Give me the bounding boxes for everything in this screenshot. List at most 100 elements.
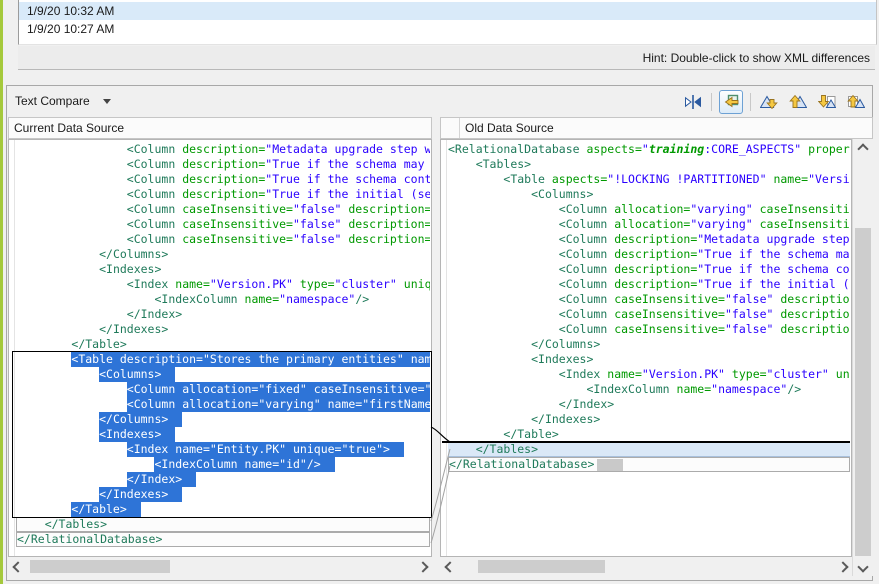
mirror-view-button[interactable] bbox=[682, 91, 704, 113]
left-horizontal-scrollbar[interactable] bbox=[8, 558, 432, 575]
next-difference-button[interactable] bbox=[758, 91, 780, 113]
code-line[interactable]: <Column caseInsensitive="false" descript… bbox=[16, 232, 430, 247]
code-line[interactable]: </RelationalDatabase> bbox=[448, 457, 850, 472]
code-line[interactable]: <Index name="Version.PK" type="cluster" … bbox=[448, 367, 850, 382]
code-line[interactable]: <RelationalDatabase aspects="training:CO… bbox=[448, 142, 850, 157]
text-compare-dropdown[interactable]: Text Compare bbox=[15, 86, 111, 117]
code-line[interactable]: </Columns> bbox=[16, 247, 430, 262]
code-line[interactable]: <Column caseInsensitive="false" descript… bbox=[448, 322, 850, 337]
left-pane-header: Current Data Source bbox=[8, 117, 432, 139]
next-change-button[interactable] bbox=[816, 91, 838, 113]
code-line[interactable]: <IndexColumn name="id"/> bbox=[16, 457, 430, 472]
code-line[interactable]: <Column description="True if the schema … bbox=[448, 247, 850, 262]
vertical-scrollbar[interactable] bbox=[852, 139, 873, 576]
code-line[interactable]: <Column description="Metadata upgrade st… bbox=[448, 232, 850, 247]
code-line[interactable]: <Column allocation="varying" name="first… bbox=[16, 397, 430, 412]
code-line[interactable]: </Index> bbox=[16, 307, 430, 322]
code-line[interactable]: </Tables> bbox=[16, 517, 430, 532]
code-line[interactable]: </Tables> bbox=[448, 442, 850, 457]
code-line[interactable]: <Table aspects="!LOCKING !PARTITIONED" n… bbox=[448, 172, 850, 187]
hint-text: Hint: Double-click to show XML differenc… bbox=[643, 51, 870, 65]
code-line[interactable]: <Column caseInsensitive="false" descript… bbox=[16, 202, 430, 217]
scroll-right-arrow-icon[interactable] bbox=[834, 558, 851, 575]
copy-left-icon bbox=[723, 94, 739, 110]
code-line[interactable]: <Column description="True if the initial… bbox=[448, 277, 850, 292]
scroll-up-arrow-icon[interactable] bbox=[854, 140, 871, 157]
code-line[interactable]: <Column caseInsensitive="false" descript… bbox=[448, 292, 850, 307]
code-line[interactable]: </Table> bbox=[16, 502, 430, 517]
code-line[interactable]: <Column description="True if the schema … bbox=[16, 172, 430, 187]
code-line[interactable]: <Column description="Metadata upgrade st… bbox=[16, 142, 430, 157]
right-code-area[interactable]: <RelationalDatabase aspects="training:CO… bbox=[448, 142, 850, 555]
left-code-area[interactable]: <Column description="Metadata upgrade st… bbox=[16, 142, 430, 555]
toolbar-separator bbox=[750, 93, 751, 111]
history-row[interactable]: 1/9/20 10:32 AM bbox=[19, 2, 876, 20]
scroll-left-arrow-icon[interactable] bbox=[9, 558, 26, 575]
old-data-source-pane[interactable]: <RelationalDatabase aspects="training:CO… bbox=[440, 139, 852, 557]
right-horizontal-scroll-thumb[interactable] bbox=[478, 560, 605, 573]
previous-difference-icon bbox=[789, 94, 807, 110]
copy-right-to-left-button[interactable] bbox=[719, 90, 743, 114]
marker-column-header bbox=[446, 118, 460, 138]
code-line[interactable]: <Column allocation="varying" caseInsensi… bbox=[448, 202, 850, 217]
code-line[interactable]: <Table description="Stores the primary e… bbox=[16, 352, 430, 367]
right-marker-column bbox=[441, 140, 447, 556]
right-pane-title: Old Data Source bbox=[465, 121, 554, 135]
compare-toolbar: Text Compare bbox=[7, 86, 872, 117]
timestamp: 1/9/20 10:32 AM bbox=[27, 4, 114, 18]
code-line[interactable]: </Index> bbox=[448, 397, 850, 412]
left-horizontal-scroll-thumb[interactable] bbox=[30, 560, 170, 573]
right-pane-header: Old Data Source bbox=[440, 117, 873, 139]
timestamp: 1/9/20 10:27 AM bbox=[27, 22, 114, 36]
right-horizontal-scrollbar[interactable] bbox=[440, 558, 852, 575]
toolbar-separator bbox=[711, 93, 712, 111]
previous-change-icon bbox=[847, 94, 865, 110]
code-line[interactable]: <Column caseInsensitive="false" descript… bbox=[448, 307, 850, 322]
code-line[interactable]: <Columns> bbox=[448, 187, 850, 202]
history-list: 1/9/20 10:32 AM 1/9/20 10:27 AM bbox=[18, 0, 877, 45]
code-line[interactable]: <IndexColumn name="namespace"/> bbox=[448, 382, 850, 397]
previous-change-button[interactable] bbox=[845, 91, 867, 113]
history-row[interactable]: 1/9/20 10:27 AM bbox=[19, 20, 876, 38]
code-line[interactable]: </Table> bbox=[448, 427, 850, 442]
code-line[interactable]: </Columns> bbox=[448, 337, 850, 352]
code-line[interactable]: <Column allocation="varying" caseInsensi… bbox=[448, 217, 850, 232]
code-line[interactable]: <IndexColumn name="namespace"/> bbox=[16, 292, 430, 307]
mirror-view-icon bbox=[684, 94, 702, 110]
code-line[interactable]: </Table> bbox=[16, 337, 430, 352]
previous-difference-button[interactable] bbox=[787, 91, 809, 113]
code-line[interactable]: <Column description="True if the schema … bbox=[448, 262, 850, 277]
current-data-source-pane[interactable]: <Column description="Metadata upgrade st… bbox=[8, 139, 432, 557]
window-accent-strip bbox=[0, 0, 3, 584]
code-line[interactable]: </Indexes> bbox=[16, 322, 430, 337]
text-compare-label: Text Compare bbox=[15, 94, 90, 108]
left-marker-column bbox=[9, 140, 15, 556]
compare-editor-window: 1/9/20 10:32 AM 1/9/20 10:27 AM Hint: Do… bbox=[0, 0, 879, 584]
code-line[interactable]: <Index name="Entity.PK" unique="true"> bbox=[16, 442, 430, 457]
code-line[interactable]: <Indexes> bbox=[448, 352, 850, 367]
code-line[interactable]: <Column description="True if the initial… bbox=[16, 187, 430, 202]
code-line[interactable]: <Tables> bbox=[448, 157, 850, 172]
diff-insertion-line bbox=[442, 441, 850, 443]
code-line[interactable]: </Columns> bbox=[16, 412, 430, 427]
code-line[interactable]: <Column description="True if the schema … bbox=[16, 157, 430, 172]
code-line[interactable]: </Indexes> bbox=[16, 487, 430, 502]
code-line[interactable]: <Column allocation="fixed" caseInsensiti… bbox=[16, 382, 430, 397]
code-line[interactable]: </Index> bbox=[16, 472, 430, 487]
vertical-scroll-thumb[interactable] bbox=[855, 228, 871, 556]
scroll-left-arrow-icon[interactable] bbox=[441, 558, 458, 575]
chevron-down-icon bbox=[103, 99, 111, 104]
next-difference-icon bbox=[760, 94, 778, 110]
code-line[interactable]: <Indexes> bbox=[16, 262, 430, 277]
code-line[interactable]: </RelationalDatabase> bbox=[16, 532, 430, 547]
code-line[interactable]: <Index name="Version.PK" type="cluster" … bbox=[16, 277, 430, 292]
code-line[interactable]: <Column caseInsensitive="false" descript… bbox=[16, 217, 430, 232]
code-line[interactable]: <Indexes> bbox=[16, 427, 430, 442]
code-line[interactable]: </Indexes> bbox=[448, 412, 850, 427]
next-change-icon bbox=[818, 94, 836, 110]
hint-bar: Hint: Double-click to show XML differenc… bbox=[18, 46, 875, 70]
code-line[interactable]: <Columns> bbox=[16, 367, 430, 382]
left-pane-title: Current Data Source bbox=[14, 121, 124, 135]
scroll-down-arrow-icon[interactable] bbox=[854, 558, 871, 575]
scroll-right-arrow-icon[interactable] bbox=[414, 558, 431, 575]
